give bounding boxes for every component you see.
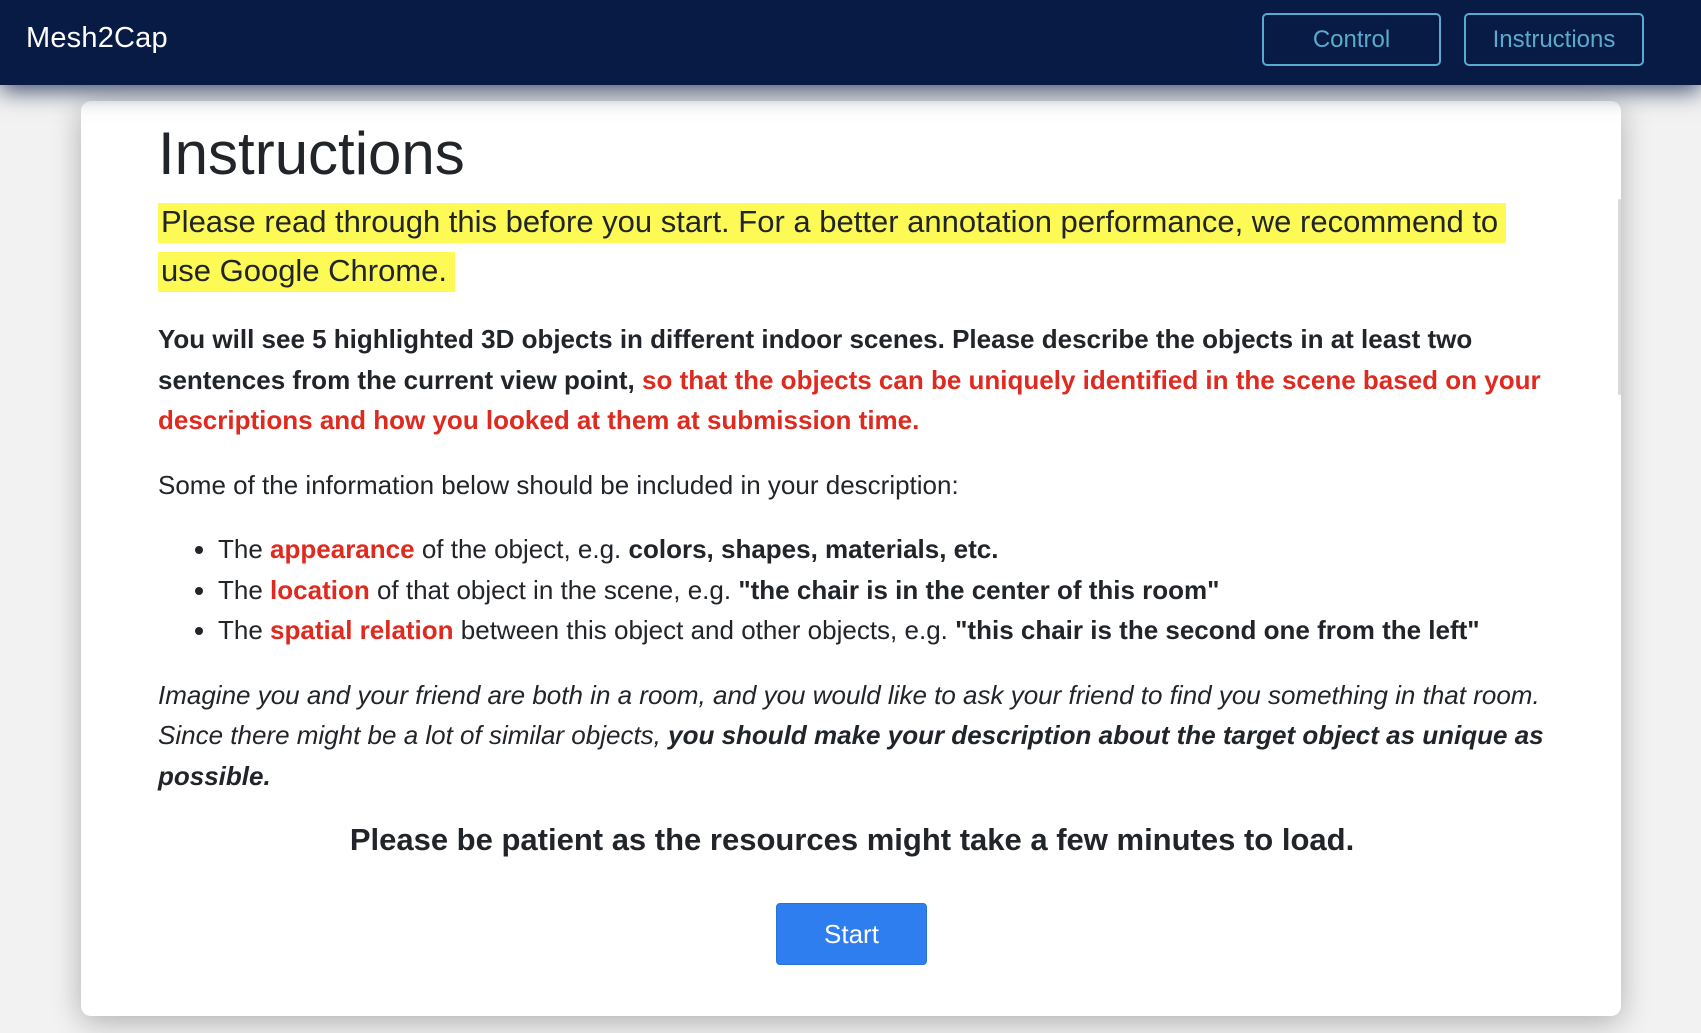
list-lead: Some of the information below should be … bbox=[158, 469, 959, 500]
page-title: Instructions bbox=[158, 120, 465, 187]
info-list: The appearance of the object, e.g. color… bbox=[158, 529, 1546, 651]
item-example: "the chair is in the center of this room… bbox=[738, 574, 1220, 605]
item-prefix: The bbox=[218, 574, 263, 605]
panel-scrollbar[interactable] bbox=[1618, 199, 1621, 395]
item-middle: of that object in the scene, e.g. bbox=[376, 574, 732, 605]
top-navbar: Mesh2Cap Control Instructions bbox=[0, 0, 1701, 85]
control-button[interactable]: Control bbox=[1262, 13, 1441, 66]
item-example: "this chair is the second one from the l… bbox=[955, 615, 1480, 645]
item-keyword: appearance bbox=[270, 534, 415, 564]
list-item-appearance: The appearance of the object, e.g. color… bbox=[218, 529, 1546, 570]
item-example: colors, shapes, materials, etc. bbox=[628, 534, 999, 564]
task-description: You will see 5 highlighted 3D objects in… bbox=[158, 319, 1546, 441]
instructions-panel: Instructions Please read through this be… bbox=[81, 101, 1621, 1016]
browser-notice-text: Please read through this before you star… bbox=[158, 203, 1507, 292]
item-prefix: The bbox=[218, 534, 263, 564]
list-item-spatial-relation: The spatial relation between this object… bbox=[218, 610, 1546, 651]
imagine-paragraph: Imagine you and your friend are both in … bbox=[158, 675, 1546, 797]
instructions-content: Instructions Please read through this be… bbox=[158, 111, 1546, 862]
start-button[interactable]: Start bbox=[776, 903, 927, 965]
loading-notice: Please be patient as the resources might… bbox=[349, 822, 1355, 857]
instructions-button[interactable]: Instructions bbox=[1464, 13, 1644, 66]
item-middle: between this object and other objects, e… bbox=[460, 615, 948, 645]
list-item-location: The location of that object in the scene… bbox=[218, 570, 1546, 611]
item-middle: of the object, e.g. bbox=[421, 534, 622, 564]
brand-logo[interactable]: Mesh2Cap bbox=[26, 22, 168, 55]
item-keyword: location bbox=[270, 574, 370, 605]
item-keyword: spatial relation bbox=[270, 615, 454, 645]
browser-notice: Please read through this before you star… bbox=[158, 197, 1546, 295]
item-prefix: The bbox=[218, 615, 263, 645]
